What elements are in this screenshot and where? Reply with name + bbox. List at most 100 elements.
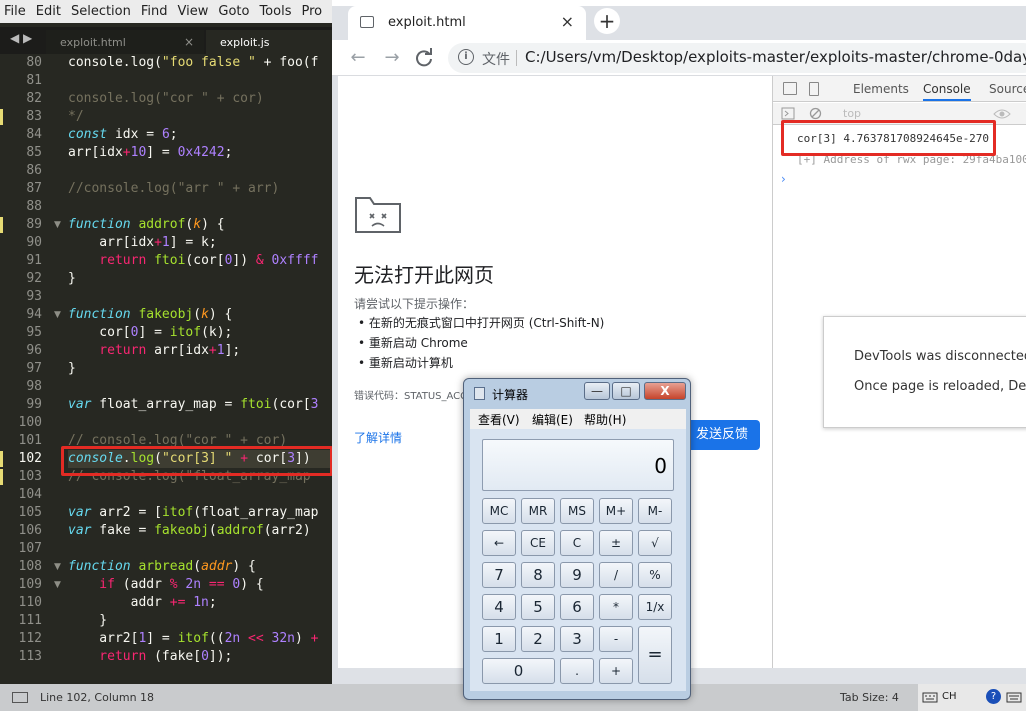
menu-edit[interactable]: Edit — [36, 4, 61, 19]
calc-button-9[interactable]: 9 — [560, 562, 594, 588]
code-line[interactable] — [68, 486, 340, 504]
calc-button-minus[interactable]: - — [599, 626, 633, 652]
calc-button-equals[interactable]: = — [638, 626, 672, 684]
calc-button-mr[interactable]: MR — [521, 498, 555, 524]
browser-tab[interactable]: exploit.html × — [348, 6, 586, 40]
code-line[interactable]: } — [68, 360, 340, 378]
code-line[interactable]: //console.log("arr " + arr) — [68, 180, 340, 198]
keyboard-layout-icon[interactable] — [1006, 690, 1022, 704]
menu-file[interactable]: File — [4, 4, 26, 19]
tab-exploit-js[interactable]: exploit.js — [206, 30, 340, 54]
calc-button-plus-minus[interactable]: ± — [599, 530, 633, 556]
calc-button-8[interactable]: 8 — [521, 562, 555, 588]
eye-icon[interactable] — [993, 108, 1011, 120]
cursor-position[interactable]: Line 102, Column 18 — [40, 691, 154, 704]
tab-nav-arrows[interactable]: ◀ ▶ — [10, 31, 32, 45]
calc-button-ms[interactable]: MS — [560, 498, 594, 524]
code-line[interactable]: arr2[1] = itof((2n << 32n) + — [68, 630, 340, 648]
info-icon[interactable]: i — [458, 49, 474, 65]
code-line[interactable]: function addrof(k) { — [68, 216, 340, 234]
maximize-button[interactable]: □ — [612, 382, 640, 400]
calc-button-m-[interactable]: M- — [638, 498, 672, 524]
calc-button-0[interactable]: 0 — [482, 658, 555, 684]
calc-button-divide[interactable]: / — [599, 562, 633, 588]
tab-size[interactable]: Tab Size: 4 — [840, 691, 899, 704]
calc-button-m-[interactable]: M+ — [599, 498, 633, 524]
sidebar-toggle-icon[interactable] — [781, 107, 795, 120]
minimize-button[interactable]: — — [584, 382, 610, 400]
fold-arrow-icon[interactable]: ▼ — [54, 558, 62, 576]
calc-button-ce[interactable]: CE — [521, 530, 555, 556]
code-line[interactable]: var float_array_map = ftoi(cor[3 — [68, 396, 340, 414]
code-line[interactable]: const idx = 6; — [68, 126, 340, 144]
code-line[interactable]: addr += 1n; — [68, 594, 340, 612]
code-line[interactable] — [68, 540, 340, 558]
console-prompt[interactable]: › — [781, 172, 786, 186]
calc-button-decimal[interactable]: . — [560, 658, 594, 684]
device-toolbar-icon[interactable] — [809, 82, 819, 96]
calc-button-multiply[interactable]: * — [599, 594, 633, 620]
fold-arrow-icon[interactable]: ▼ — [54, 576, 62, 594]
tab-console[interactable]: Console — [923, 82, 971, 101]
menu-view[interactable]: View — [178, 4, 209, 19]
calc-button-percent[interactable]: % — [638, 562, 672, 588]
code-line[interactable]: } — [68, 270, 340, 288]
menu-view[interactable]: 查看(V) — [478, 411, 520, 428]
tab-sources[interactable]: Source — [989, 82, 1026, 96]
menu-goto[interactable]: Goto — [218, 4, 249, 19]
inspect-icon[interactable] — [783, 82, 797, 95]
code-line[interactable] — [68, 414, 340, 432]
reload-icon[interactable] — [412, 46, 436, 70]
calculator-titlebar[interactable]: 计算器 — □ X — [464, 379, 690, 407]
code-area[interactable]: console.log("foo false " + foo(f console.… — [50, 54, 340, 680]
fold-arrow-icon[interactable]: ▼ — [54, 306, 62, 324]
menu-tools[interactable]: Tools — [259, 4, 291, 19]
clear-console-icon[interactable] — [809, 107, 822, 120]
calc-button-plus[interactable]: + — [599, 658, 633, 684]
menu-selection[interactable]: Selection — [71, 4, 131, 19]
code-line[interactable]: console.log("foo false " + foo(f — [68, 54, 340, 72]
tab-elements[interactable]: Elements — [853, 82, 909, 96]
code-line[interactable]: return (fake[0]); — [68, 648, 340, 666]
code-line[interactable]: console.log("cor " + cor) — [68, 90, 340, 108]
calc-button-2[interactable]: 2 — [521, 626, 555, 652]
ime-indicator[interactable]: CH — [942, 691, 957, 705]
code-line[interactable] — [68, 72, 340, 90]
calc-button-reciprocal[interactable]: 1/x — [638, 594, 672, 620]
calc-button-backspace[interactable]: ← — [482, 530, 516, 556]
code-line[interactable]: return arr[idx+1]; — [68, 342, 340, 360]
calc-button-5[interactable]: 5 — [521, 594, 555, 620]
tab-exploit-html[interactable]: exploit.html × — [46, 30, 204, 54]
code-line[interactable]: cor[0] = itof(k); — [68, 324, 340, 342]
keyboard-icon[interactable] — [922, 690, 938, 704]
code-line[interactable]: arr[idx+1] = k; — [68, 234, 340, 252]
code-line[interactable]: } — [68, 612, 340, 630]
new-tab-button[interactable]: + — [594, 8, 620, 34]
address-bar[interactable]: i 文件 C:/Users/vm/Desktop/exploits-master… — [448, 43, 1026, 73]
fold-arrow-icon[interactable]: ▼ — [54, 216, 62, 234]
code-line[interactable] — [68, 288, 340, 306]
code-line[interactable]: */ — [68, 108, 340, 126]
calc-button-mc[interactable]: MC — [482, 498, 516, 524]
menu-help[interactable]: 帮助(H) — [584, 411, 626, 428]
calc-button-6[interactable]: 6 — [560, 594, 594, 620]
code-line[interactable] — [68, 162, 340, 180]
menu-project[interactable]: Pro — [301, 4, 322, 19]
help-icon[interactable]: ? — [986, 689, 1001, 704]
code-line[interactable]: var arr2 = [itof(float_array_map — [68, 504, 340, 522]
calc-button-1[interactable]: 1 — [482, 626, 516, 652]
code-line[interactable]: function arbread(addr) { — [68, 558, 340, 576]
code-line[interactable]: return ftoi(cor[0]) & 0xffff — [68, 252, 340, 270]
code-line[interactable] — [68, 378, 340, 396]
code-line[interactable]: function fakeobj(k) { — [68, 306, 340, 324]
calc-button-square-root[interactable]: √ — [638, 530, 672, 556]
code-line[interactable]: arr[idx+10] = 0x4242; — [68, 144, 340, 162]
back-button[interactable]: ← — [346, 46, 370, 70]
calc-button-4[interactable]: 4 — [482, 594, 516, 620]
calc-button-7[interactable]: 7 — [482, 562, 516, 588]
tab-close-icon[interactable]: × — [561, 12, 574, 31]
code-line[interactable] — [68, 198, 340, 216]
send-feedback-button[interactable]: 发送反馈 — [684, 420, 760, 450]
menu-find[interactable]: Find — [141, 4, 168, 19]
forward-button[interactable]: → — [380, 46, 404, 70]
